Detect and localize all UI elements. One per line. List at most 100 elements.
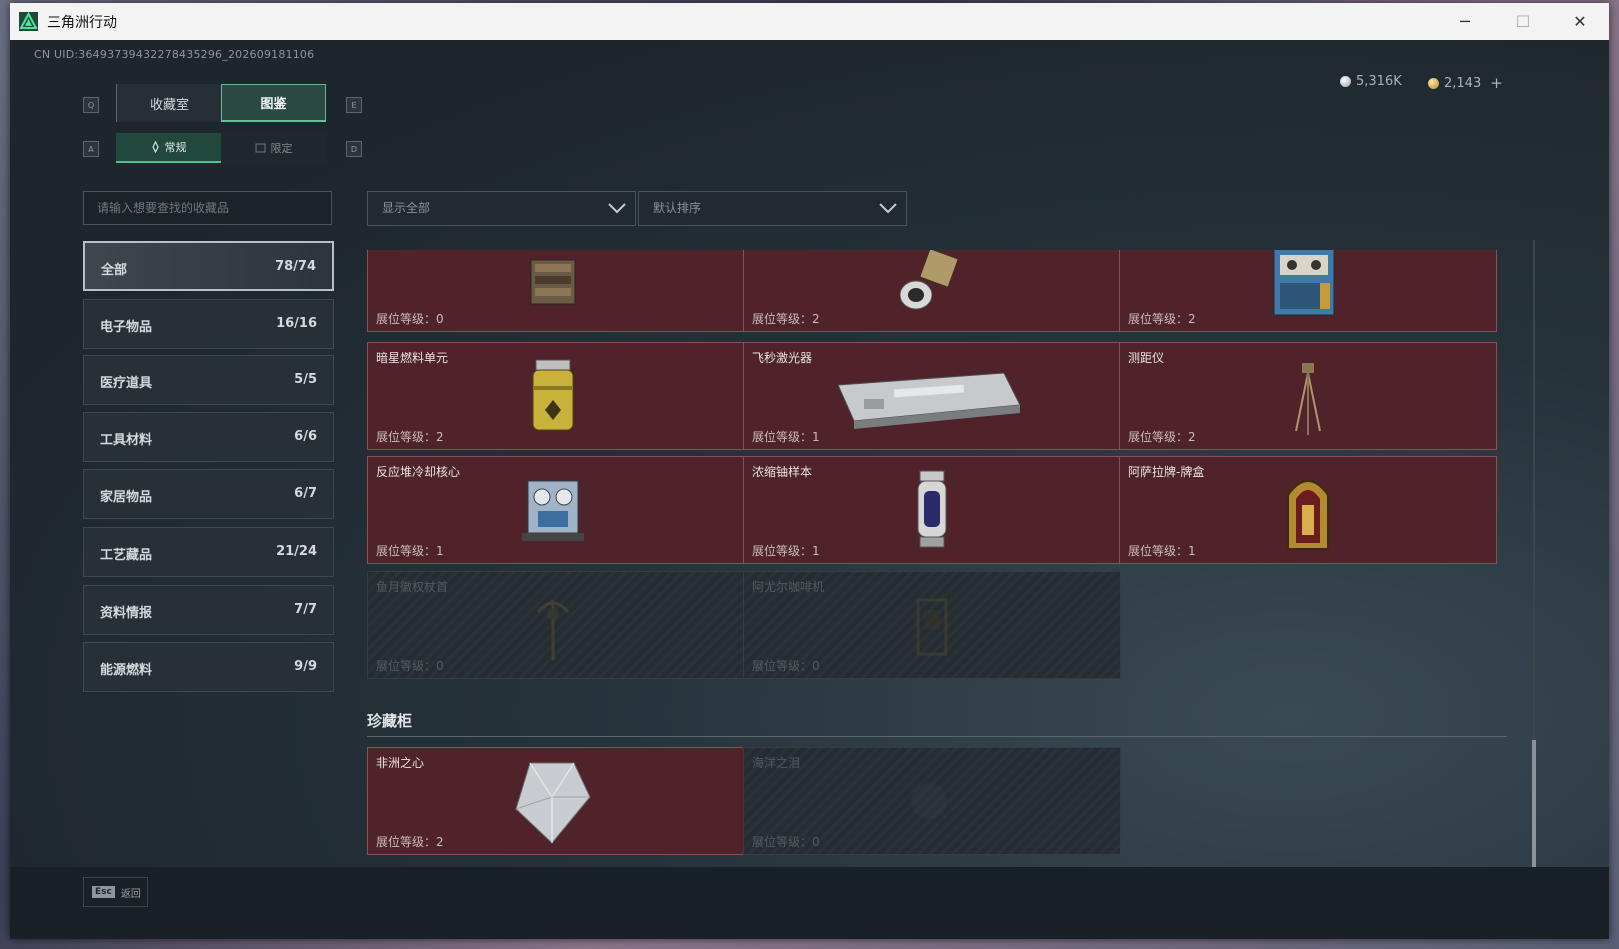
item-card-locked[interactable]: 阿尤尔咖啡机 展位等级：0 <box>743 571 1121 679</box>
machine-icon <box>530 259 576 305</box>
subtab-regular-label: 常规 <box>164 141 187 154</box>
category-all[interactable]: 全部 78/74 <box>83 241 334 291</box>
item-level: 展位等级：2 <box>376 835 444 849</box>
add-currency-button[interactable]: + <box>1490 74 1503 92</box>
subtab-limited[interactable]: 限定 <box>221 133 326 163</box>
gold-amount: 2,143 <box>1444 75 1482 91</box>
currency-silver: 5,316K <box>1340 74 1402 89</box>
category-count: 21/24 <box>276 544 317 559</box>
item-card[interactable]: 展位等级：2 <box>1119 250 1497 332</box>
window-title: 三角洲行动 <box>47 15 117 31</box>
minimize-button[interactable]: ─ <box>1436 3 1494 40</box>
limited-icon <box>255 143 265 153</box>
subtab-regular[interactable]: 常规 <box>116 133 221 163</box>
lens-device-icon <box>899 250 959 310</box>
item-name: 非洲之心 <box>376 756 425 770</box>
item-name: 阿萨拉牌-牌盒 <box>1128 465 1205 479</box>
currency-gold: 2,143 + <box>1428 74 1503 92</box>
item-card[interactable]: 反应堆冷却核心 展位等级：1 <box>367 456 745 564</box>
app-logo-icon <box>19 11 38 31</box>
chevron-down-icon <box>608 203 626 214</box>
category-label: 工艺藏品 <box>100 548 153 563</box>
game-screen: CN UID:36493739432278435296_202609181106… <box>10 40 1609 939</box>
item-card[interactable]: 阿萨拉牌-牌盒 展位等级：1 <box>1119 456 1497 564</box>
item-level: 展位等级：2 <box>376 430 444 444</box>
category-label: 电子物品 <box>100 320 153 335</box>
search-input[interactable]: 请输入想要查找的收藏品 <box>83 191 332 225</box>
item-level: 展位等级：2 <box>1128 430 1196 444</box>
item-card[interactable]: 展位等级：0 <box>367 250 745 332</box>
reactor-core-icon <box>522 480 584 541</box>
category-medical[interactable]: 医疗道具 5/5 <box>83 355 334 405</box>
section-divider <box>367 736 1507 737</box>
item-level: 展位等级：0 <box>376 312 444 326</box>
item-card[interactable]: 暗星燃料单元 展位等级：2 <box>367 342 745 450</box>
regular-icon <box>151 141 159 153</box>
item-level: 展位等级：0 <box>376 659 444 673</box>
category-count: 78/74 <box>275 259 316 274</box>
category-energy[interactable]: 能源燃料 9/9 <box>83 642 334 692</box>
item-card[interactable]: 浓缩铀样本 展位等级：1 <box>743 456 1121 564</box>
gold-coin-icon <box>1428 77 1439 89</box>
tab-codex[interactable]: 图鉴 <box>221 84 326 122</box>
category-intel[interactable]: 资料情报 7/7 <box>83 585 334 635</box>
item-level: 展位等级：1 <box>376 544 444 558</box>
footer-bar: Esc 返回 <box>10 867 1609 939</box>
diamond-icon <box>515 762 591 844</box>
maximize-button[interactable]: ☐ <box>1494 3 1552 40</box>
category-count: 5/5 <box>294 372 317 387</box>
fuel-canister-icon <box>532 359 574 431</box>
card-box-icon <box>1287 480 1329 550</box>
item-name: 测距仪 <box>1128 351 1165 365</box>
item-card[interactable]: 非洲之心 展位等级：2 <box>367 747 745 855</box>
chevron-down-icon <box>879 203 897 214</box>
category-label: 全部 <box>101 263 128 278</box>
item-level: 展位等级：1 <box>752 544 820 558</box>
item-name: 浓缩铀样本 <box>752 465 813 479</box>
silver-amount: 5,316K <box>1356 74 1402 89</box>
scrollbar-thumb[interactable] <box>1532 740 1536 872</box>
server-box-icon <box>1273 250 1335 316</box>
key-hint-d: D <box>346 141 362 157</box>
category-count: 7/7 <box>294 602 317 617</box>
item-name: 海洋之泪 <box>752 756 801 770</box>
category-label: 家居物品 <box>100 490 153 505</box>
category-household[interactable]: 家居物品 6/7 <box>83 469 334 519</box>
display-filter-dropdown[interactable]: 显示全部 <box>367 191 636 226</box>
category-count: 6/6 <box>294 429 317 444</box>
item-card-locked[interactable]: 鱼月徽权杖首 展位等级：0 <box>367 571 745 679</box>
category-label: 能源燃料 <box>100 663 153 678</box>
item-level: 展位等级：1 <box>752 430 820 444</box>
uranium-capsule-icon <box>917 470 947 548</box>
item-name: 反应堆冷却核心 <box>376 465 461 479</box>
item-card[interactable]: 飞秒激光器 展位等级：1 <box>743 342 1121 450</box>
item-level: 展位等级：2 <box>752 312 820 326</box>
laser-device-icon <box>837 372 1021 429</box>
category-electronics[interactable]: 电子物品 16/16 <box>83 299 334 349</box>
item-card-locked[interactable]: 海洋之泪 展位等级：0 <box>743 747 1121 855</box>
display-filter-label: 显示全部 <box>382 201 431 215</box>
sort-dropdown[interactable]: 默认排序 <box>638 191 907 226</box>
back-button[interactable]: Esc 返回 <box>83 877 148 907</box>
category-crafts[interactable]: 工艺藏品 21/24 <box>83 527 334 577</box>
tab-collection-room[interactable]: 收藏室 <box>116 84 222 122</box>
category-tools[interactable]: 工具材料 6/6 <box>83 412 334 462</box>
category-label: 医疗道具 <box>100 376 153 391</box>
scepter-icon <box>536 600 570 660</box>
item-level: 展位等级：0 <box>752 659 820 673</box>
item-card[interactable]: 测距仪 展位等级：2 <box>1119 342 1497 450</box>
item-level: 展位等级：2 <box>1128 312 1196 326</box>
sort-label: 默认排序 <box>653 201 702 215</box>
back-label: 返回 <box>120 888 141 900</box>
pearl-icon <box>911 783 947 819</box>
key-hint-a: A <box>83 141 99 157</box>
category-count: 16/16 <box>276 316 317 331</box>
silver-coin-icon <box>1340 76 1351 87</box>
close-button[interactable]: ✕ <box>1551 3 1609 40</box>
item-card[interactable]: 展位等级：2 <box>743 250 1121 332</box>
category-count: 9/9 <box>294 659 317 674</box>
item-name: 鱼月徽权杖首 <box>376 580 449 594</box>
item-level: 展位等级：1 <box>1128 544 1196 558</box>
subtab-limited-label: 限定 <box>270 142 293 155</box>
key-hint-e: E <box>346 97 362 113</box>
